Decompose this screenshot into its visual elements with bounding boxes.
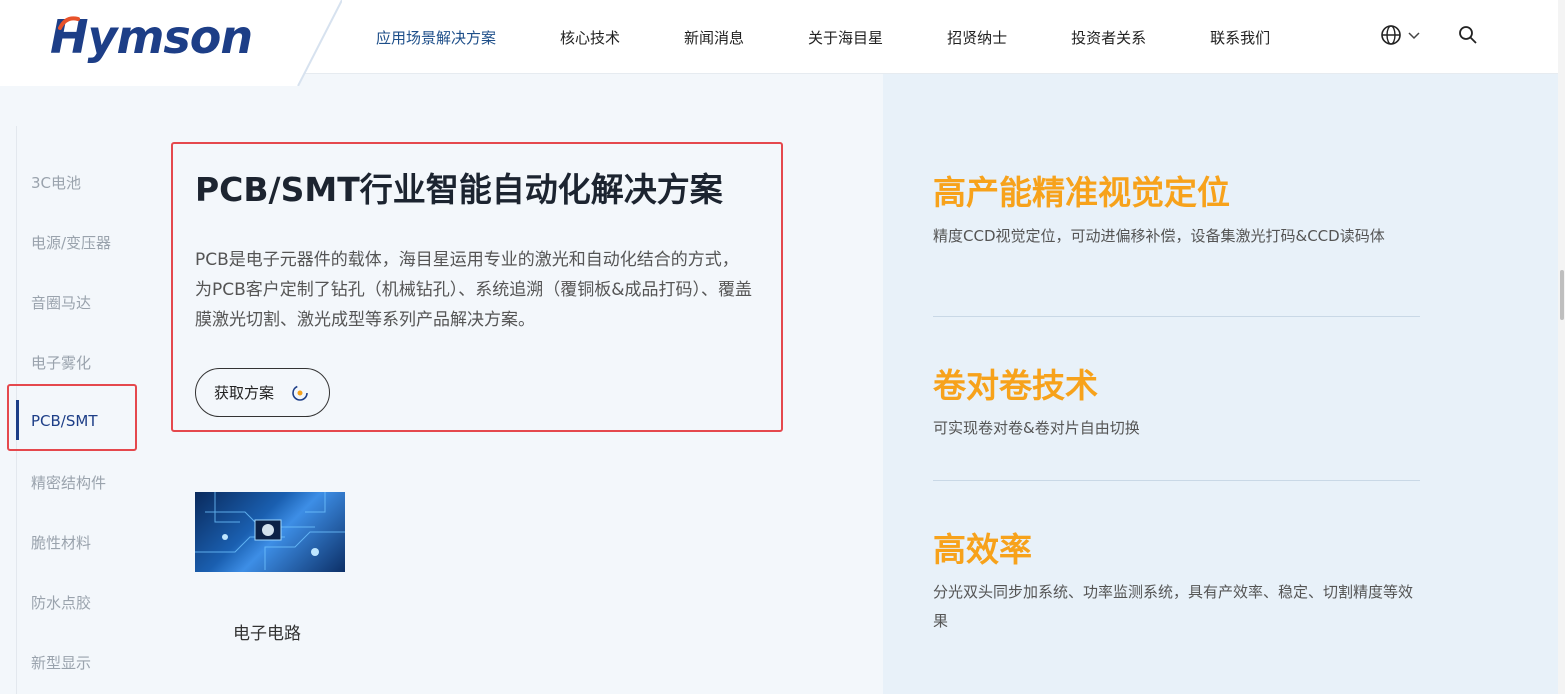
feature-desc-efficiency: 分光双头同步加系统、功率监测系统，具有产效率、稳定、切割精度等效果 [933,583,1414,630]
circuit-image [195,492,345,570]
feature-title-efficiency: 高效率 [933,530,1032,569]
logo-edge-decoration [297,0,342,86]
thumbnail-label[interactable]: 电子电路 [233,619,301,644]
globe-icon[interactable] [1380,24,1402,46]
nav-item-solutions[interactable]: 应用场景解决方案 [376,27,496,48]
chevron-down-icon[interactable] [1407,28,1421,42]
pcb-circuit-thumbnail[interactable] [195,492,345,572]
sidebar-item-new-display[interactable]: 新型显示 [31,652,91,673]
nav-item-contact[interactable]: 联系我们 [1210,27,1270,48]
scrollbar-track[interactable] [1558,0,1565,694]
spinner-icon [292,385,308,401]
main-nav: 应用场景解决方案 核心技术 新闻消息 关于海目星 招贤纳士 投资者关系 联系我们 [376,0,1334,74]
scrollbar-thumb[interactable] [1560,270,1564,320]
sidebar-item-3c-battery[interactable]: 3C电池 [31,172,81,193]
nav-item-core-tech[interactable]: 核心技术 [560,27,620,48]
feature-desc-vision: 精度CCD视觉定位，可动进偏移补偿，设备集激光打码&CCD读码体 [933,227,1385,245]
feature-divider [933,480,1420,481]
sidebar-item-precision-parts[interactable]: 精密结构件 [31,472,106,493]
sidebar-item-waterproof-dispensing[interactable]: 防水点胶 [31,592,91,613]
search-icon[interactable] [1457,24,1479,46]
logo-text: Hymson [50,10,253,64]
feature-title-vision: 高产能精准视觉定位 [933,173,1230,212]
sidebar-item-power-transformer[interactable]: 电源/变压器 [31,232,111,253]
feature-divider [933,316,1420,317]
hymson-logo[interactable]: Hymson [50,10,253,64]
get-solution-button[interactable]: 获取方案 [195,368,330,417]
nav-item-careers[interactable]: 招贤纳士 [947,27,1007,48]
nav-item-about[interactable]: 关于海目星 [808,27,883,48]
feature-desc-roll: 可实现卷对卷&卷对片自由切换 [933,419,1140,437]
get-solution-label: 获取方案 [214,385,275,402]
highlight-box-sidebar [7,384,137,451]
sidebar-item-e-atomization[interactable]: 电子雾化 [31,352,91,373]
solution-title: PCB/SMT行业智能自动化解决方案 [195,170,723,209]
solution-description: PCB是电子元器件的载体，海目星运用专业的激光和自动化结合的方式，为PCB客户定… [195,250,753,330]
logo-swoosh-icon [58,16,80,30]
feature-title-roll: 卷对卷技术 [933,366,1098,405]
sidebar-item-brittle-materials[interactable]: 脆性材料 [31,532,91,553]
sidebar-item-voice-coil-motor[interactable]: 音圈马达 [31,292,91,313]
nav-item-news[interactable]: 新闻消息 [684,27,744,48]
nav-item-investors[interactable]: 投资者关系 [1071,27,1146,48]
